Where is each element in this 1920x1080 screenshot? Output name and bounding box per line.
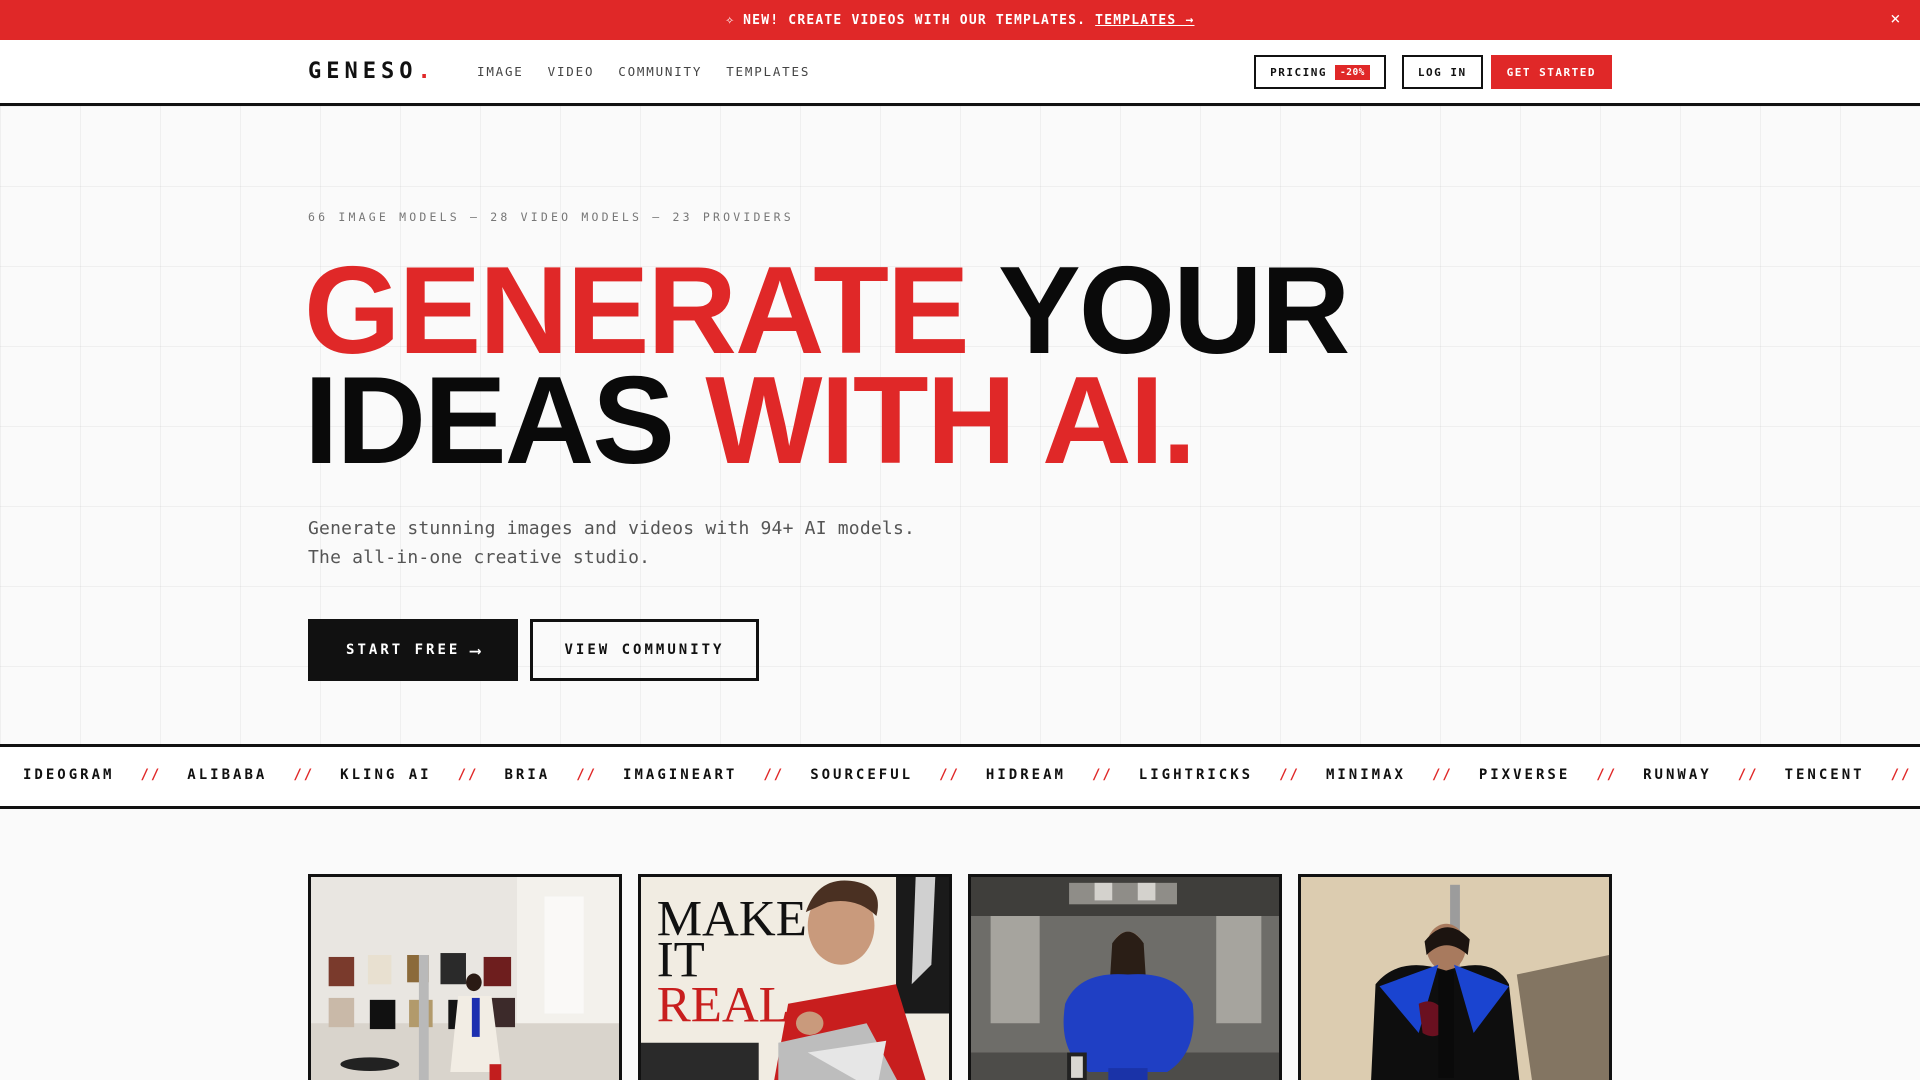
provider-imagineart: IMAGINEART bbox=[623, 767, 738, 783]
provider-runway: RUNWAY bbox=[1643, 767, 1712, 783]
pricing-button[interactable]: PRICING -20% bbox=[1254, 55, 1386, 89]
hero-subtitle-line2: The all-in-one creative studio. bbox=[308, 547, 651, 568]
discount-badge: -20% bbox=[1335, 64, 1370, 80]
announcement-bar: ✧ NEW! CREATE VIDEOS WITH OUR TEMPLATES.… bbox=[0, 0, 1920, 40]
provider-separator: // bbox=[1431, 767, 1453, 783]
hero-subtitle-line1: Generate stunning images and videos with… bbox=[308, 518, 916, 539]
logo-text: GENESO bbox=[308, 59, 418, 84]
pricing-label: PRICING bbox=[1270, 65, 1327, 79]
provider-track: IDEOGRAM // ALIBABA // KLING AI // BRIA // IMAGI… bbox=[23, 767, 1920, 783]
provider-separator: // bbox=[1091, 767, 1113, 783]
gallery-card-concrete[interactable] bbox=[968, 874, 1282, 1080]
provider-marquee: IDEOGRAM // ALIBABA // KLING AI // BRIA // IMAGI… bbox=[0, 744, 1920, 809]
provider-bria: BRIA bbox=[504, 767, 551, 783]
close-icon[interactable]: × bbox=[1886, 9, 1906, 29]
main-nav: IMAGE VIDEO COMMUNITY TEMPLATES bbox=[477, 64, 834, 79]
provider-pixverse: PIXVERSE bbox=[1478, 767, 1571, 783]
provider-minimax: MINIMAX bbox=[1325, 767, 1406, 783]
gallery-card-studio[interactable] bbox=[308, 874, 622, 1080]
gallery-image-studio bbox=[311, 877, 619, 1080]
start-free-button[interactable]: START FREE ⟶ bbox=[308, 619, 518, 681]
login-button[interactable]: LOG IN bbox=[1401, 55, 1483, 89]
provider-hidream: HIDREAM bbox=[985, 767, 1066, 783]
provider-separator: // bbox=[763, 767, 785, 783]
provider-separator: // bbox=[457, 767, 479, 783]
provider-separator: // bbox=[293, 767, 315, 783]
provider-separator: // bbox=[140, 767, 162, 783]
hero-title-ideas: IDEAS bbox=[304, 352, 675, 490]
view-community-button[interactable]: VIEW COMMUNITY bbox=[530, 619, 759, 681]
start-free-label: START FREE bbox=[346, 642, 461, 658]
hero-actions: START FREE ⟶ VIEW COMMUNITY bbox=[308, 619, 759, 681]
header-actions: PRICING -20% LOG IN GET STARTED bbox=[1254, 55, 1612, 89]
provider-kling-ai: KLING AI bbox=[340, 767, 432, 783]
provider-lightricks: LIGHTRICKS bbox=[1138, 767, 1254, 783]
gallery-grid: MAKE IT REAL bbox=[308, 874, 1612, 1080]
get-started-button[interactable]: GET STARTED bbox=[1490, 55, 1612, 89]
hero-title: GENERATE YOUR IDEAS WITH AI. bbox=[304, 249, 1350, 483]
gallery-image-magazine: MAKE IT REAL bbox=[641, 877, 949, 1080]
sparkle-icon: ✧ bbox=[725, 12, 736, 28]
provider-sourceful: SOURCEFUL bbox=[810, 767, 914, 783]
announcement-text: NEW! CREATE VIDEOS WITH OUR TEMPLATES. bbox=[743, 12, 1087, 28]
arrow-right-icon: ⟶ bbox=[470, 640, 480, 660]
logo[interactable]: GENESO. bbox=[308, 59, 431, 84]
provider-ideogram: IDEOGRAM bbox=[23, 767, 115, 783]
hero-subtitle: Generate stunning images and videos with… bbox=[308, 514, 915, 572]
nav-community[interactable]: COMMUNITY bbox=[618, 64, 702, 79]
model-stats: 66 IMAGE MODELS — 28 VIDEO MODELS — 23 P… bbox=[308, 210, 794, 224]
gallery-card-magazine[interactable]: MAKE IT REAL bbox=[638, 874, 952, 1080]
templates-link[interactable]: TEMPLATES → bbox=[1095, 13, 1194, 28]
provider-alibaba: ALIBABA bbox=[187, 767, 268, 783]
provider-separator: // bbox=[1890, 767, 1912, 783]
gallery-card-portrait[interactable] bbox=[1298, 874, 1612, 1080]
hero-section: 66 IMAGE MODELS — 28 VIDEO MODELS — 23 P… bbox=[0, 106, 1920, 744]
gallery-image-concrete bbox=[971, 877, 1279, 1080]
provider-tencent: TENCENT bbox=[1784, 767, 1865, 783]
provider-separator: // bbox=[1737, 767, 1759, 783]
hero-title-with-ai: WITH AI. bbox=[705, 352, 1196, 490]
logo-dot: . bbox=[417, 59, 431, 84]
nav-templates[interactable]: TEMPLATES bbox=[726, 64, 810, 79]
provider-separator: // bbox=[1279, 767, 1300, 783]
nav-image[interactable]: IMAGE bbox=[477, 64, 524, 79]
site-header: GENESO. IMAGE VIDEO COMMUNITY TEMPLATES … bbox=[0, 40, 1920, 106]
provider-separator: // bbox=[576, 767, 598, 783]
provider-separator: // bbox=[939, 767, 960, 783]
magazine-text-real: REAL bbox=[657, 976, 790, 1032]
gallery-image-portrait bbox=[1301, 877, 1609, 1080]
provider-separator: // bbox=[1596, 767, 1618, 783]
nav-video[interactable]: VIDEO bbox=[548, 64, 595, 79]
